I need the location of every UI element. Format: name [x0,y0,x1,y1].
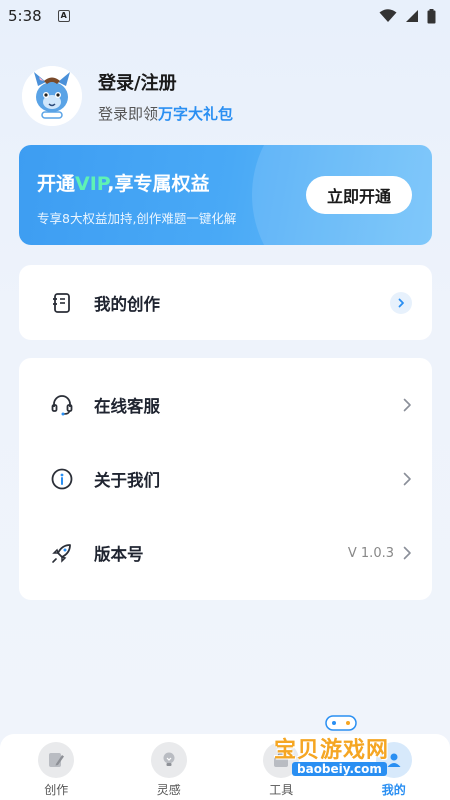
vip-title: 开通VIP,享专属权益 [37,169,209,196]
battery-icon [427,8,436,23]
notebook-icon [50,291,74,315]
tab-label: 我的 [381,783,406,797]
profile-header[interactable]: 登录/注册 登录即领万字大礼包 [22,66,233,126]
tab-inspiration[interactable]: 灵感 [113,734,226,800]
rocket-icon [50,541,74,565]
tab-label: 灵感 [156,783,181,797]
status-bar: 5:38 A [0,0,450,32]
version-value: V 1.0.3 [347,545,394,561]
login-subtitle-prefix: 登录即领 [98,104,159,123]
wifi-icon [379,9,397,22]
tab-label: 创作 [44,783,69,797]
settings-card: 在线客服 关于我们 版本号 V 1.0.3 [19,358,432,600]
bottom-tab-bar: 创作 灵感 工具 我的 [0,734,450,800]
vip-title-prefix: 开通 [37,173,76,195]
notification-icon: A [57,10,70,22]
my-creations-card: 我的创作 [19,265,432,340]
menu-item-label: 版本号 [94,545,144,564]
menu-item-my-creations[interactable]: 我的创作 [19,283,432,323]
headset-icon [50,393,74,417]
tab-label: 工具 [269,783,294,797]
user-icon [375,742,412,778]
menu-item-version[interactable]: 版本号 V 1.0.3 [19,533,432,573]
chevron-right-icon [390,292,412,314]
avatar[interactable] [22,66,82,126]
menu-item-customer-service[interactable]: 在线客服 [19,385,432,425]
lightbulb-icon [150,742,187,778]
tab-mine[interactable]: 我的 [338,734,450,800]
chevron-right-icon [400,398,414,412]
menu-item-label: 关于我们 [94,471,160,490]
vip-title-vip: VIP [75,173,108,195]
edit-icon [38,742,75,778]
mascot-avatar-icon [22,66,82,126]
gift-highlight: 万字大礼包 [158,104,234,123]
menu-item-label: 我的创作 [94,295,160,314]
vip-title-suffix: ,享专属权益 [107,173,210,195]
vip-promo-card[interactable]: 开通VIP,享专属权益 专享8大权益加持,创作难题一键化解 立即开通 [19,145,432,245]
signal-icon [406,10,418,22]
chevron-right-icon [400,472,414,486]
menu-item-label: 在线客服 [94,397,160,416]
gamepad-icon [325,715,357,731]
open-vip-button[interactable]: 立即开通 [306,176,412,214]
status-time: 5:38 [8,7,42,25]
vip-description: 专享8大权益加持,创作难题一键化解 [37,211,237,226]
info-icon [50,467,74,491]
login-register-link[interactable]: 登录/注册 [98,69,233,95]
chevron-right-icon [400,546,414,560]
menu-item-about-us[interactable]: 关于我们 [19,459,432,499]
toolbox-icon [263,742,300,778]
tab-create[interactable]: 创作 [0,734,113,800]
tab-tools[interactable]: 工具 [225,734,338,800]
login-subtitle: 登录即领万字大礼包 [98,103,233,124]
